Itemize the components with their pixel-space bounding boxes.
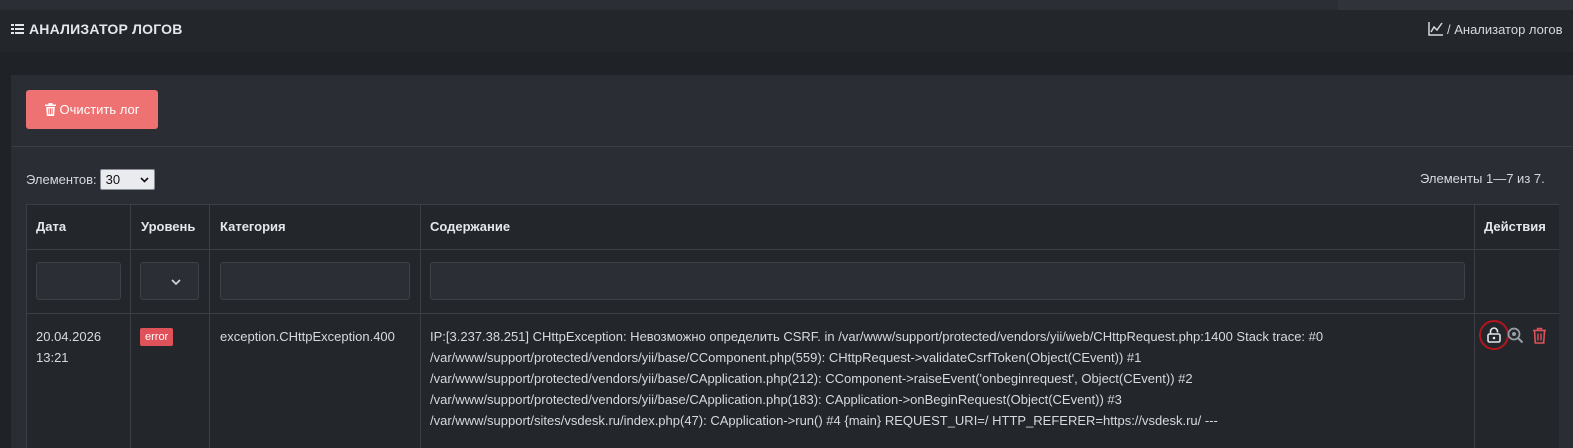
pager-summary: Элементы 1—7 из 7.: [1420, 171, 1545, 186]
column-header-date[interactable]: Дата: [36, 219, 66, 234]
lock-button[interactable]: [1479, 320, 1509, 350]
breadcrumb: / Анализатор логов: [1428, 21, 1563, 37]
cell-date: 20.04.2026 13:21: [36, 326, 101, 368]
trash-icon: [1533, 327, 1546, 344]
content-line: /var/www/support/protected/vendors/yii/b…: [430, 371, 1193, 386]
per-page-select[interactable]: 30: [99, 169, 155, 190]
date-filter-input[interactable]: [36, 262, 121, 300]
content-filter-input[interactable]: [430, 262, 1465, 300]
level-badge: error: [140, 328, 174, 346]
clear-log-label: Очистить лог: [59, 102, 140, 117]
cell-date-day: 20.04.2026: [36, 329, 102, 344]
column-divider: [1474, 204, 1475, 448]
breadcrumb-text[interactable]: / Анализатор логов: [1447, 22, 1563, 37]
level-filter-select[interactable]: [140, 262, 199, 300]
content-line: /var/www/support/protected/vendors/yii/b…: [430, 392, 1122, 407]
content-line: /var/www/support/protected/vendors/yii/b…: [430, 350, 1142, 365]
page-title: АНАЛИЗАТОР ЛОГОВ: [11, 21, 183, 37]
column-header-category[interactable]: Категория: [220, 219, 286, 234]
chart-icon[interactable]: [1428, 21, 1444, 36]
panel-divider: [11, 146, 1573, 147]
column-header-content[interactable]: Содержание: [430, 219, 510, 234]
trash-icon: [44, 103, 56, 116]
top-strip-segment: [1338, 0, 1573, 10]
column-divider: [420, 204, 421, 448]
column-header-level[interactable]: Уровень: [141, 219, 195, 234]
view-button[interactable]: [1507, 327, 1524, 349]
chevron-down-icon: [140, 176, 149, 183]
column-header-actions: Действия: [1484, 219, 1546, 234]
top-strip: [0, 0, 1573, 10]
cell-content: IP:[3.237.38.251] CHttpException: Невозм…: [430, 326, 1470, 431]
content-line: IP:[3.237.38.251] CHttpException: Невозм…: [430, 329, 1324, 344]
page-header: [0, 10, 1573, 52]
column-divider: [209, 204, 210, 448]
lock-icon: [1487, 327, 1501, 343]
content-line: /var/www/support/sites/vsdesk.ru/index.p…: [430, 413, 1218, 428]
per-page-value: 30: [105, 172, 121, 187]
category-filter-input[interactable]: [220, 262, 410, 300]
cell-date-time: 13:21: [36, 350, 69, 365]
clear-log-button[interactable]: Очистить лог: [26, 90, 158, 129]
per-page-label: Элементов:: [26, 172, 97, 187]
cell-category: exception.CHttpException.400: [220, 329, 395, 344]
chevron-down-icon: [171, 279, 181, 286]
zoom-icon: [1507, 327, 1524, 344]
page-title-text: АНАЛИЗАТОР ЛОГОВ: [29, 21, 183, 37]
column-divider: [130, 204, 131, 448]
delete-button[interactable]: [1532, 327, 1547, 349]
list-icon: [11, 24, 24, 34]
per-page-control: Элементов: 30: [26, 169, 155, 190]
